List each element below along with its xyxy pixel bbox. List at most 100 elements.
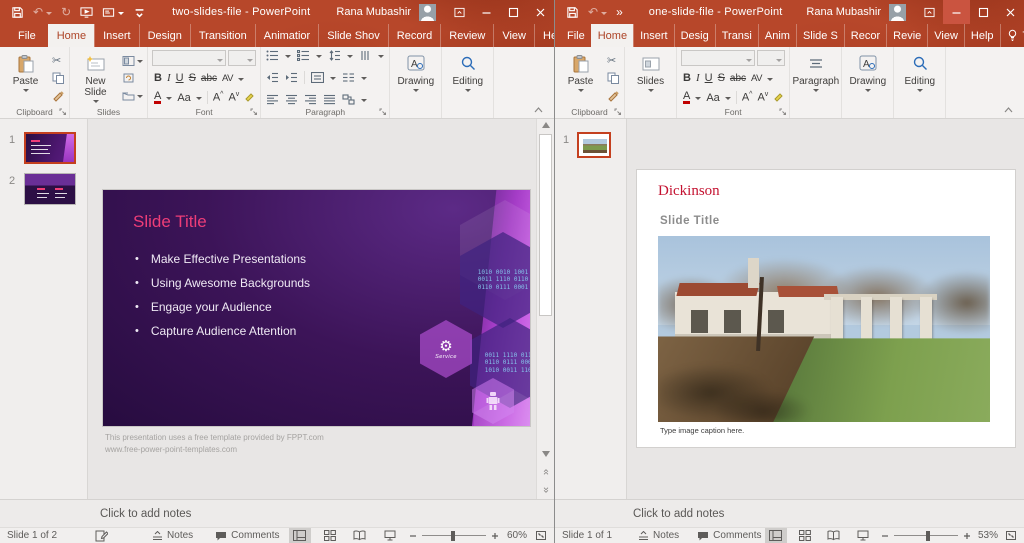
tab-design[interactable]: Desig (674, 24, 715, 47)
align-left-icon[interactable] (266, 94, 279, 105)
align-center-icon[interactable] (285, 94, 298, 105)
slide-editing-canvas[interactable]: Dickinson Slide Title (627, 119, 1024, 499)
fit-slide-icon[interactable] (1005, 530, 1017, 541)
editing-button[interactable]: Editing (897, 50, 942, 105)
zoom-in-icon[interactable] (963, 532, 971, 540)
notes-pane[interactable]: Click to add notes (555, 499, 1024, 527)
justify-icon[interactable] (323, 94, 336, 105)
tab-insert[interactable]: Insert (633, 24, 674, 47)
tab-help[interactable]: Help (534, 24, 554, 47)
reading-view-button[interactable] (349, 528, 371, 543)
tab-animations[interactable]: Anim (758, 24, 796, 47)
titlebar[interactable]: ↶ » one-slide-file - PowerPoint Rana Mub… (555, 0, 1024, 24)
tab-design[interactable]: Design (139, 24, 190, 47)
format-painter-icon[interactable] (52, 88, 65, 103)
font-color-button[interactable]: A (683, 91, 690, 104)
change-case-button[interactable]: Aa (706, 92, 719, 104)
underline-button[interactable]: U (705, 72, 713, 84)
close-button[interactable] (527, 0, 554, 24)
scrollbar-thumb[interactable] (539, 134, 552, 316)
cut-icon[interactable]: ✂ (607, 53, 620, 68)
slide-thumbnail-panel[interactable]: 1 2 (0, 119, 88, 499)
text-direction-icon[interactable] (359, 50, 372, 61)
ribbon-display-options-button[interactable] (916, 0, 943, 24)
thumbnail-slide-2[interactable]: 2 (0, 173, 87, 205)
copy-icon[interactable] (52, 71, 65, 86)
bullets-icon[interactable] (266, 50, 279, 61)
bold-button[interactable]: B (683, 72, 691, 84)
tab-animations[interactable]: Animatior (255, 24, 318, 47)
comments-toggle[interactable]: Comments (697, 530, 761, 541)
slide-thumbnail-panel[interactable]: 1 (555, 119, 627, 499)
image-caption-placeholder[interactable]: Type image caption here. (660, 426, 744, 435)
italic-button[interactable]: I (696, 72, 700, 84)
tab-record[interactable]: Record (388, 24, 440, 47)
scroll-down-icon[interactable] (537, 451, 554, 457)
slide-title[interactable]: Slide Title (133, 212, 207, 232)
character-spacing-button[interactable]: AV (751, 73, 762, 84)
maximize-button[interactable] (970, 0, 997, 24)
customize-qat-icon[interactable] (133, 6, 146, 19)
user-name[interactable]: Rana Mubashir (336, 6, 411, 18)
slide-bullet-list[interactable]: Make Effective Presentations Using Aweso… (135, 247, 310, 343)
notes-toggle[interactable]: Notes (152, 530, 193, 541)
font-name-select[interactable] (681, 50, 755, 66)
zoom-out-icon[interactable] (881, 532, 889, 540)
tab-file[interactable]: File (6, 24, 48, 47)
scroll-up-icon[interactable] (537, 122, 554, 128)
slide-1-thumbnail[interactable] (577, 132, 611, 158)
zoom-slider[interactable] (422, 535, 486, 536)
align-right-icon[interactable] (304, 94, 317, 105)
slide-editing-canvas[interactable]: 1010 0010 1001 0011 1110 0110 0110 0111 … (88, 119, 536, 499)
normal-view-button[interactable] (765, 528, 787, 543)
previous-slide-icon[interactable] (537, 469, 554, 475)
tab-file[interactable]: File (561, 24, 591, 47)
strikethrough-button[interactable]: abc (201, 73, 217, 84)
align-text-icon[interactable] (311, 72, 324, 83)
grow-font-button[interactable]: A^ (213, 91, 224, 104)
cut-icon[interactable]: ✂ (52, 53, 65, 68)
slideshow-view-button[interactable] (852, 528, 874, 543)
start-slideshow-icon[interactable] (80, 6, 93, 19)
underline-button[interactable]: U (176, 72, 184, 84)
maximize-button[interactable] (500, 0, 527, 24)
tab-transition[interactable]: Transi (715, 24, 758, 47)
decrease-indent-icon[interactable] (266, 72, 279, 83)
font-color-button[interactable]: A (154, 91, 161, 104)
normal-view-button[interactable] (289, 528, 311, 543)
zoom-slider-thumb[interactable] (926, 531, 930, 541)
highlight-button[interactable] (244, 90, 256, 105)
tab-slideshow[interactable]: Slide Shov (318, 24, 388, 47)
zoom-in-icon[interactable] (491, 532, 499, 540)
slide[interactable]: 1010 0010 1001 0011 1110 0110 0110 0111 … (103, 190, 530, 426)
change-case-button[interactable]: Aa (177, 92, 190, 104)
redo-icon[interactable]: ↻ (61, 6, 71, 18)
tab-tell-me[interactable]: Tell me (1000, 24, 1024, 47)
shrink-font-button[interactable]: Av (757, 91, 768, 104)
avatar[interactable] (889, 4, 906, 21)
columns-icon[interactable] (342, 72, 355, 83)
slide-sorter-view-button[interactable] (319, 528, 341, 543)
vertical-scrollbar[interactable] (536, 119, 554, 499)
shadow-button[interactable]: S (189, 72, 196, 84)
tab-transition[interactable]: Transition (190, 24, 255, 47)
next-slide-icon[interactable] (537, 487, 554, 493)
zoom-percentage[interactable]: 60% (507, 530, 527, 541)
close-button[interactable] (997, 0, 1024, 24)
new-slide-button[interactable]: New Slide (73, 50, 118, 105)
copy-icon[interactable] (607, 71, 620, 86)
ribbon-display-options-button[interactable] (446, 0, 473, 24)
undo-icon[interactable]: ↶ (588, 6, 607, 18)
increase-indent-icon[interactable] (285, 72, 298, 83)
avatar[interactable] (419, 4, 436, 21)
shadow-button[interactable]: S (718, 72, 725, 84)
bold-button[interactable]: B (154, 72, 162, 84)
font-name-select[interactable] (152, 50, 226, 66)
slide[interactable]: Dickinson Slide Title (637, 170, 1015, 447)
thumbnail-slide-1[interactable]: 1 (0, 132, 87, 164)
save-icon[interactable] (566, 6, 579, 19)
undo-icon[interactable]: ↶ (33, 6, 52, 18)
strikethrough-button[interactable]: abc (730, 73, 746, 84)
drawing-button[interactable]: A Drawing (393, 50, 438, 105)
slide-2-thumbnail[interactable] (24, 173, 76, 205)
